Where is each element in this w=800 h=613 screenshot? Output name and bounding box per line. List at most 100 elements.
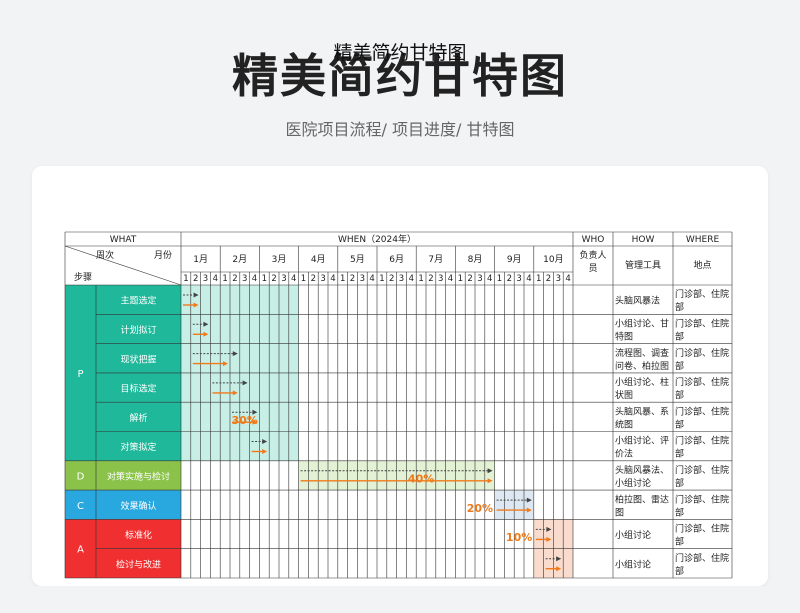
week-number: 4 [291,274,296,284]
header-step-label: 步骤 [74,272,92,283]
task-tool: 特图 [615,330,633,342]
week-number: 2 [232,274,237,284]
week-number: 2 [428,274,433,284]
header-tool: 管理工具 [625,259,661,271]
task-location: 部 [675,506,684,518]
task-tool: 头脑风暴法 [615,295,660,307]
task-location: 部 [675,565,684,577]
task-tool: 小组讨论 [615,477,651,489]
week-number: 1 [340,274,345,284]
task-location: 门诊部、住院 [675,405,729,417]
week-number: 2 [271,274,276,284]
week-number: 1 [262,274,267,284]
week-number: 3 [516,274,521,284]
progress-percent: 30% [232,414,258,427]
task-tool: 柏拉图、雷达 [615,493,669,505]
task-step: 主题选定 [120,295,156,307]
week-number: 2 [193,274,198,284]
week-number: 4 [448,274,453,284]
week-number: 4 [252,274,257,284]
month-label: 7月 [428,254,443,265]
header-what: WHAT [110,235,137,245]
week-number: 4 [487,274,492,284]
week-number: 1 [536,274,541,284]
task-location: 门诊部、住院 [675,288,729,300]
week-number: 2 [467,274,472,284]
week-number: 4 [409,274,414,284]
header-responsible: 员 [588,263,597,274]
week-number: 4 [330,274,335,284]
header-how: HOW [632,235,655,245]
week-number: 3 [242,274,247,284]
week-number: 1 [183,274,188,284]
month-label: 1月 [193,254,208,265]
progress-percent: 40% [408,472,434,485]
header-when: WHEN（2024年） [338,233,416,245]
month-label: 10月 [543,254,563,265]
task-step: 效果确认 [120,500,156,512]
week-number: 1 [301,274,306,284]
task-step: 对策拟定 [120,441,156,453]
week-number: 3 [438,274,443,284]
week-number: 3 [281,274,286,284]
week-number: 4 [526,274,531,284]
week-number: 3 [399,274,404,284]
header-month-label: 月份 [154,249,172,261]
month-label: 9月 [507,254,522,265]
progress-percent: 20% [467,502,493,515]
month-label: 6月 [389,254,404,265]
task-step: 计划拟订 [120,324,156,336]
header-where: WHERE [686,235,720,245]
task-step: 检讨与改进 [116,558,161,570]
header-who: WHO [582,235,605,245]
task-location: 门诊部、住院 [675,464,729,476]
task-location: 部 [675,536,684,548]
task-location: 门诊部、住院 [675,376,729,388]
month-label: 8月 [468,254,483,265]
week-number: 2 [311,274,316,284]
week-number: 2 [546,274,551,284]
week-number: 1 [379,274,384,284]
task-location: 部 [675,360,684,372]
task-location: 门诊部、住院 [675,523,729,535]
task-location: 部 [675,330,684,342]
task-step: 对策实施与检讨 [107,470,170,482]
week-number: 4 [565,274,570,284]
header-location: 地点 [693,259,711,271]
month-label: 3月 [272,254,287,265]
header-responsible: 负责人 [579,249,606,261]
task-tool: 统图 [615,418,633,430]
task-location: 部 [675,448,684,460]
task-location: 门诊部、住院 [675,493,729,505]
week-number: 4 [213,274,218,284]
task-location: 门诊部、住院 [675,347,729,359]
task-location: 部 [675,389,684,401]
week-number: 1 [458,274,463,284]
week-number: 3 [360,274,365,284]
phase-label: A [77,545,84,556]
task-tool: 小组讨论 [615,529,651,541]
task-tool: 头脑风暴、系 [615,405,669,417]
progress-percent: 10% [506,531,532,544]
task-location: 门诊部、住院 [675,552,729,564]
task-tool: 流程图、调查 [615,347,669,359]
week-number: 2 [350,274,355,284]
task-step: 目标选定 [120,383,156,395]
week-number: 4 [369,274,374,284]
header-week-label: 周次 [96,249,114,261]
week-number: 3 [203,274,208,284]
task-location: 部 [675,301,684,313]
task-tool: 小组讨论、评 [615,435,669,447]
task-step: 现状把握 [120,353,156,365]
week-number: 1 [497,274,502,284]
task-step: 标准化 [125,529,152,541]
task-location: 门诊部、住院 [675,317,729,329]
task-tool: 图 [615,507,624,518]
task-tool: 头脑风暴法、 [615,464,669,476]
task-tool: 小组讨论、甘 [615,317,669,329]
month-label: 4月 [311,254,326,265]
week-number: 3 [477,274,482,284]
phase-label: P [77,369,83,380]
week-number: 3 [320,274,325,284]
task-step: 解析 [129,412,147,424]
